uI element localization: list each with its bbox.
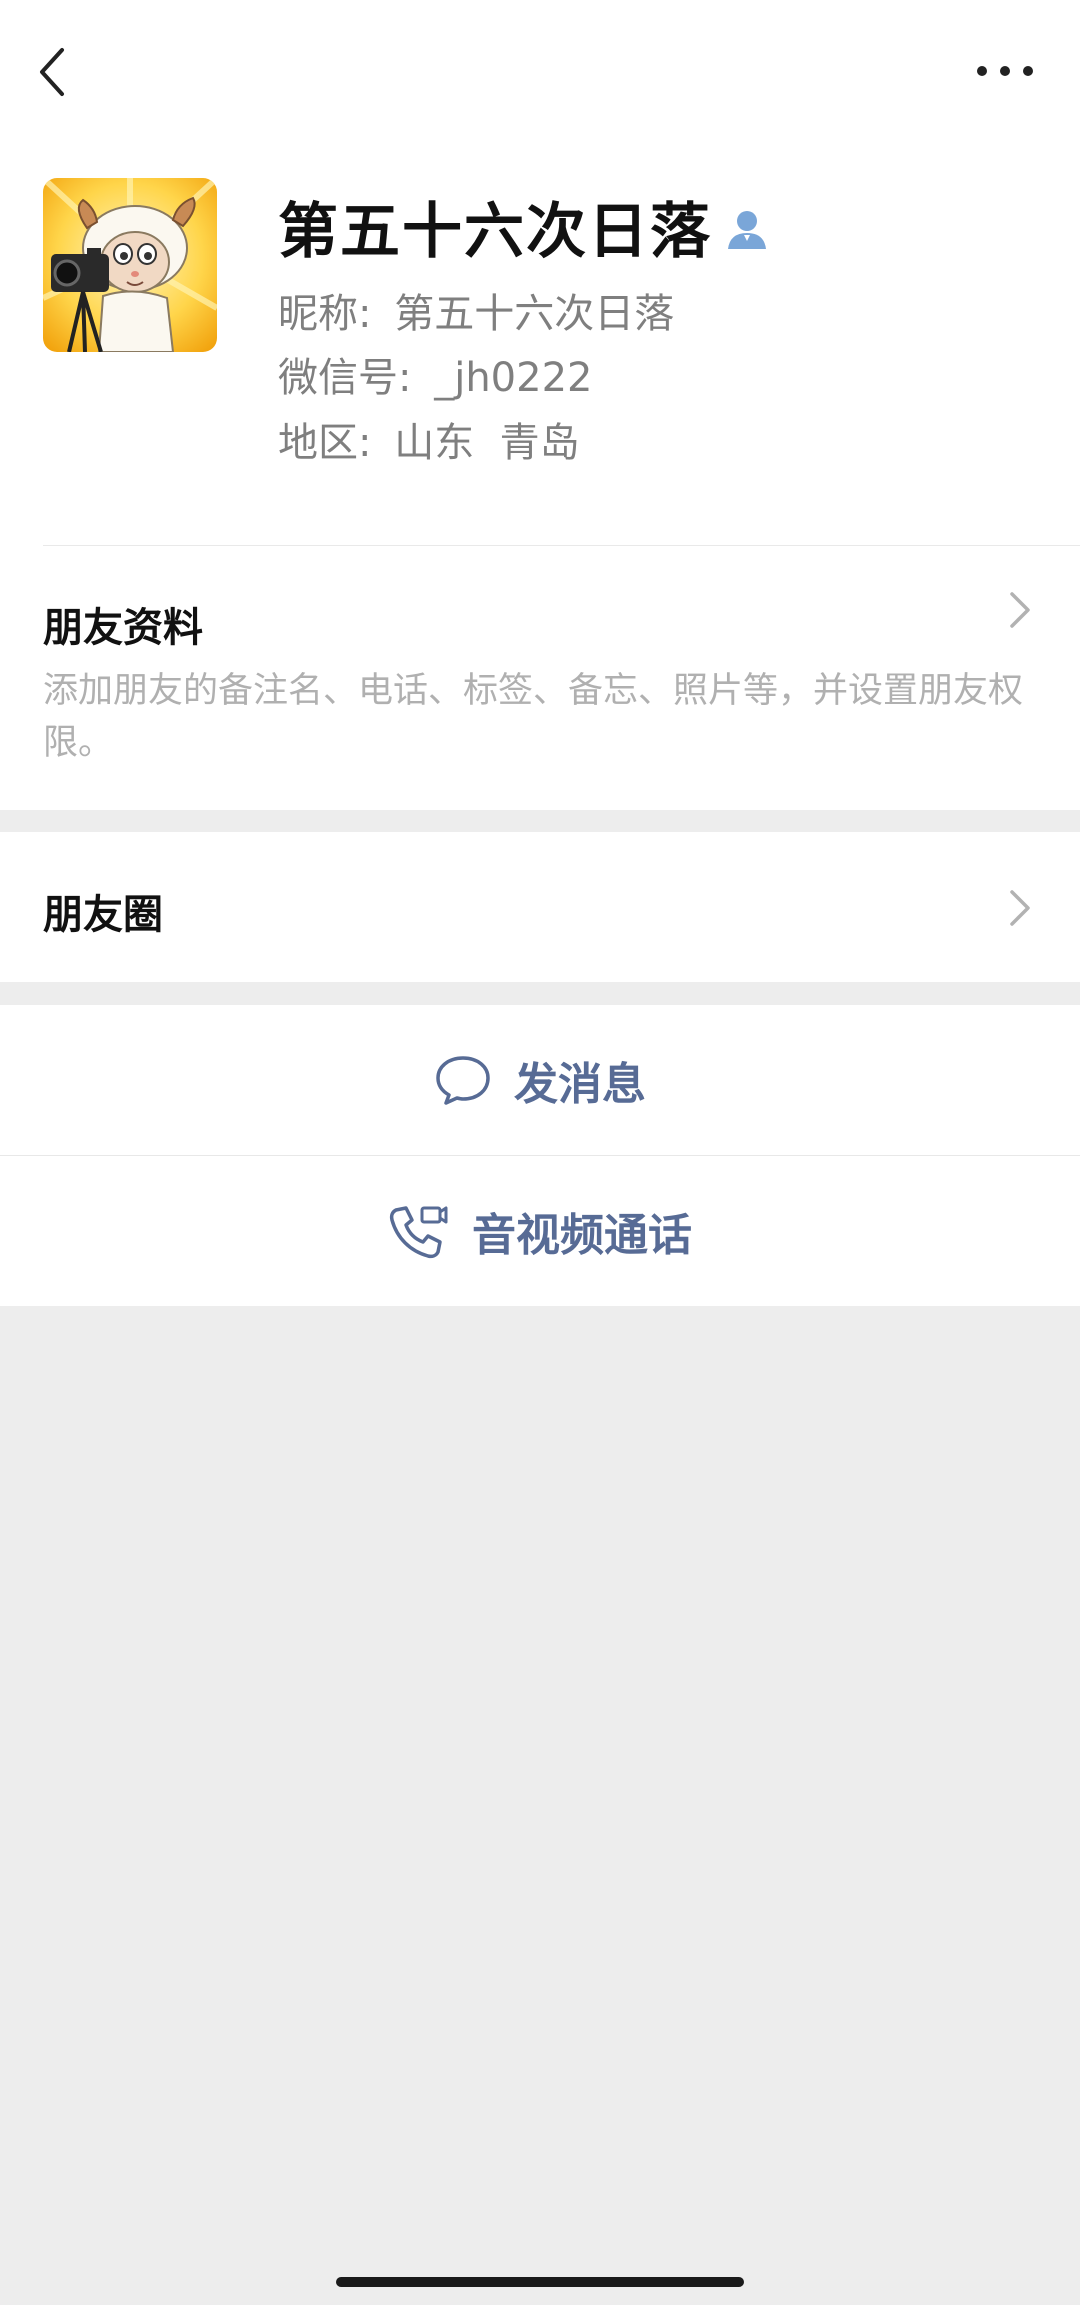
friend-profile-title: 朋友资料: [43, 605, 203, 651]
send-message-button[interactable]: 发消息: [0, 1005, 1080, 1155]
chevron-right-icon: [1010, 592, 1030, 628]
friend-profile-description: 添加朋友的备注名、电话、标签、备忘、照片等，并设置朋友权限。: [43, 671, 1024, 763]
more-dots-icon: [977, 66, 1033, 76]
wechat-id-row: 微信号: _jh0222: [278, 345, 592, 403]
wechat-id-value[interactable]: _jh0222: [434, 355, 592, 401]
moments-row[interactable]: 朋友圈: [0, 832, 1080, 982]
more-button[interactable]: [970, 50, 1040, 90]
back-button[interactable]: [30, 40, 80, 100]
nickname-value: 第五十六次日落: [394, 291, 675, 337]
nickname-label: 昵称:: [278, 291, 372, 337]
section-gap: [0, 982, 1080, 1005]
contact-person-icon: [728, 211, 766, 249]
display-name: 第五十六次日落: [278, 196, 712, 267]
send-message-label: 发消息: [514, 1059, 646, 1110]
friend-profile-row[interactable]: 朋友资料 添加朋友的备注名、电话、标签、备忘、照片等，并设置朋友权限。: [0, 546, 1080, 810]
chat-bubble-icon: [436, 1056, 490, 1105]
profile-card: 第五十六次日落 昵称: 第五十六次日落 微信号: _jh0222 地区: 山东 …: [0, 0, 1080, 810]
name-row: 第五十六次日落: [278, 186, 770, 267]
chevron-right-icon: [1010, 890, 1030, 926]
section-gap: [0, 810, 1080, 832]
region-label: 地区:: [278, 420, 372, 466]
region-row: 地区: 山东 青岛: [278, 410, 580, 468]
avatar[interactable]: [43, 178, 217, 352]
back-chevron-icon: [40, 48, 64, 96]
region-value: 山东 青岛: [394, 420, 580, 466]
video-call-button[interactable]: 音视频通话: [0, 1156, 1080, 1306]
nickname-row: 昵称: 第五十六次日落: [278, 281, 674, 339]
wechat-id-label: 微信号:: [278, 355, 412, 401]
home-indicator[interactable]: [336, 2277, 744, 2287]
phone-video-icon: [389, 1206, 448, 1259]
video-call-label: 音视频通话: [472, 1210, 692, 1261]
moments-title: 朋友圈: [43, 892, 163, 938]
avatar-image: [43, 178, 217, 352]
